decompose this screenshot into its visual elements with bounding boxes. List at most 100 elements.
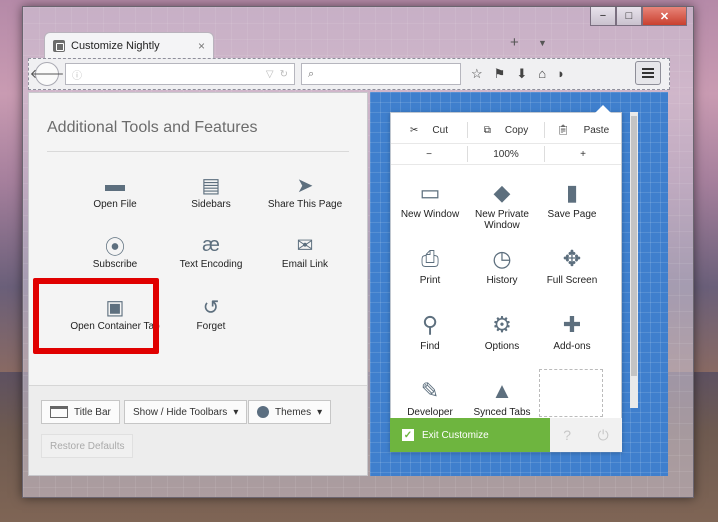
paste-label: Paste bbox=[583, 124, 610, 136]
reload-icon[interactable]: ↻ bbox=[280, 69, 288, 80]
panel-item-label: New Window bbox=[400, 209, 460, 220]
search-input[interactable]: ⌕ bbox=[301, 63, 461, 85]
find-icon: ⚲ bbox=[421, 311, 439, 337]
palette-item-text-encoding[interactable]: æ Text Encoding bbox=[163, 231, 259, 271]
downloads-icon[interactable]: ⬇ bbox=[516, 66, 527, 82]
addons-puzzle-icon: ✚ bbox=[562, 311, 582, 337]
hamburger-menu-button[interactable] bbox=[635, 61, 661, 85]
scrollbar-thumb[interactable] bbox=[631, 116, 637, 376]
panel-item-label: New Private Window bbox=[475, 209, 529, 231]
panel-item-label: Add-ons bbox=[553, 341, 591, 352]
new-tab-button[interactable]: + bbox=[510, 34, 519, 51]
panel-item-find[interactable]: ⚲ Find bbox=[395, 307, 465, 352]
panel-item-label: Find bbox=[420, 341, 440, 352]
url-bar[interactable]: ⓘ ▽ ↻ bbox=[65, 63, 295, 85]
copy-icon: ⧉ bbox=[483, 124, 491, 136]
copy-button[interactable]: ⧉ Copy bbox=[468, 122, 545, 138]
pocket-icon[interactable]: ◗ bbox=[557, 66, 565, 82]
themes-label: Themes bbox=[275, 406, 312, 418]
toolbars-label: Show / Hide Toolbars bbox=[133, 406, 228, 418]
palette-item-label: Subscribe bbox=[92, 259, 138, 270]
scissors-icon: ✂ bbox=[410, 124, 419, 136]
panel-scrollbar[interactable] bbox=[630, 112, 638, 408]
palette-item-label: Open File bbox=[93, 199, 137, 210]
options-gear-icon: ⚙ bbox=[492, 311, 512, 337]
check-icon: ✓ bbox=[402, 429, 414, 441]
title-bar-label: Title Bar bbox=[74, 406, 111, 418]
minimize-button[interactable]: − bbox=[590, 7, 616, 26]
palette-item-email-link[interactable]: ✉ Email Link bbox=[257, 231, 353, 271]
palette-item-share-this-page[interactable]: ➤ Share This Page bbox=[257, 171, 353, 211]
help-icon[interactable]: ? bbox=[563, 427, 571, 443]
save-page-icon: ▮ bbox=[565, 179, 579, 205]
bookmark-star-icon[interactable]: ☆ bbox=[471, 66, 483, 82]
zoom-controls: − 100% + bbox=[391, 143, 621, 165]
palette-title: Additional Tools and Features bbox=[47, 119, 258, 136]
maximize-button[interactable]: □ bbox=[616, 7, 642, 26]
panel-item-synced-tabs[interactable]: ▲ Synced Tabs bbox=[467, 373, 537, 418]
palette-item-subscribe[interactable]: ⦿ Subscribe bbox=[67, 231, 163, 271]
panel-item-options[interactable]: ⚙ Options bbox=[467, 307, 537, 352]
panel-item-label: Synced Tabs bbox=[473, 407, 531, 418]
panel-item-history[interactable]: ◷ History bbox=[467, 241, 537, 286]
palette-item-open-file[interactable]: ▬ Open File bbox=[67, 171, 163, 211]
close-button[interactable]: ✕ bbox=[642, 7, 687, 26]
panel-item-label: Save Page bbox=[547, 209, 597, 220]
tab-title: Customize Nightly bbox=[71, 39, 160, 52]
palette-item-sidebars[interactable]: ▤ Sidebars bbox=[163, 171, 259, 211]
zoom-reset-button[interactable]: 100% bbox=[468, 146, 545, 162]
zoom-out-button[interactable]: − bbox=[391, 146, 468, 162]
show-hide-toolbars-button[interactable]: Show / Hide Toolbars ▾ bbox=[124, 400, 248, 424]
rss-icon: ⦿ bbox=[105, 236, 125, 259]
palette-divider bbox=[47, 151, 349, 152]
panel-footer-icons: ? ⏻ bbox=[550, 418, 622, 452]
cut-button[interactable]: ✂ Cut bbox=[391, 122, 468, 138]
title-bar-button[interactable]: Title Bar bbox=[41, 400, 120, 424]
themes-button[interactable]: Themes ▾ bbox=[248, 400, 332, 424]
new-window-icon: ▭ bbox=[419, 179, 441, 205]
paste-button[interactable]: 📋︎ Paste bbox=[545, 122, 621, 138]
private-mask-icon: ◆ bbox=[493, 179, 511, 205]
sidebar-icon: ▤ bbox=[201, 174, 221, 197]
forget-icon: ↺ bbox=[202, 296, 220, 319]
panel-item-developer[interactable]: ✎ Developer bbox=[395, 373, 465, 418]
restore-defaults-button[interactable]: Restore Defaults bbox=[41, 434, 134, 458]
back-button[interactable]: 🡐 bbox=[30, 62, 64, 86]
palette-footer: Title Bar Show / Hide Toolbars ▾ Themes … bbox=[29, 385, 367, 475]
panel-item-full-screen[interactable]: ✥ Full Screen bbox=[537, 241, 607, 286]
synced-tabs-icon: ▲ bbox=[491, 377, 513, 403]
home-icon[interactable]: ⌂ bbox=[538, 66, 546, 82]
chevron-down-icon: ▾ bbox=[317, 406, 323, 418]
window-controls: − □ ✕ bbox=[590, 7, 687, 26]
panel-item-label: Options bbox=[484, 341, 520, 352]
search-icon: ⌕ bbox=[308, 67, 315, 80]
exit-customize-label: Exit Customize bbox=[422, 429, 489, 441]
palette-item-label: Text Encoding bbox=[179, 259, 243, 270]
quit-power-icon[interactable]: ⏻ bbox=[598, 427, 609, 444]
history-icon: ◷ bbox=[492, 245, 512, 271]
panel-item-label: Print bbox=[419, 275, 441, 286]
palette-item-forget[interactable]: ↺ Forget bbox=[163, 293, 259, 333]
encoding-icon: æ bbox=[202, 233, 220, 256]
customize-favicon-icon bbox=[53, 39, 65, 52]
zoom-in-button[interactable]: + bbox=[545, 146, 621, 162]
panel-item-save-page[interactable]: ▮ Save Page bbox=[537, 175, 607, 220]
panel-item-add-ons[interactable]: ✚ Add-ons bbox=[537, 307, 607, 352]
url-dropdown-icon[interactable]: ▽ bbox=[266, 69, 274, 80]
panel-item-label: History bbox=[486, 275, 518, 286]
paste-icon: 📋︎ bbox=[556, 124, 570, 136]
tab-customize[interactable]: Customize Nightly × bbox=[44, 32, 214, 58]
panel-item-new-private-window[interactable]: ◆ New Private Window bbox=[467, 175, 537, 231]
tab-list-dropdown[interactable]: ▼ bbox=[538, 38, 547, 48]
bookmarks-menu-icon[interactable]: ⚑ bbox=[494, 66, 506, 82]
developer-wrench-icon: ✎ bbox=[420, 377, 440, 403]
edit-controls: ✂ Cut ⧉ Copy 📋︎ Paste bbox=[391, 119, 621, 141]
tab-close-icon[interactable]: × bbox=[198, 39, 205, 53]
copy-label: Copy bbox=[504, 124, 529, 136]
highlight-box bbox=[33, 278, 159, 354]
panel-item-new-window[interactable]: ▭ New Window bbox=[395, 175, 465, 220]
empty-drop-slot[interactable] bbox=[539, 369, 603, 417]
panel-item-label: Developer bbox=[407, 407, 453, 418]
exit-customize-button[interactable]: ✓ Exit Customize bbox=[390, 418, 550, 452]
panel-item-print[interactable]: ⎙ Print bbox=[395, 241, 465, 286]
